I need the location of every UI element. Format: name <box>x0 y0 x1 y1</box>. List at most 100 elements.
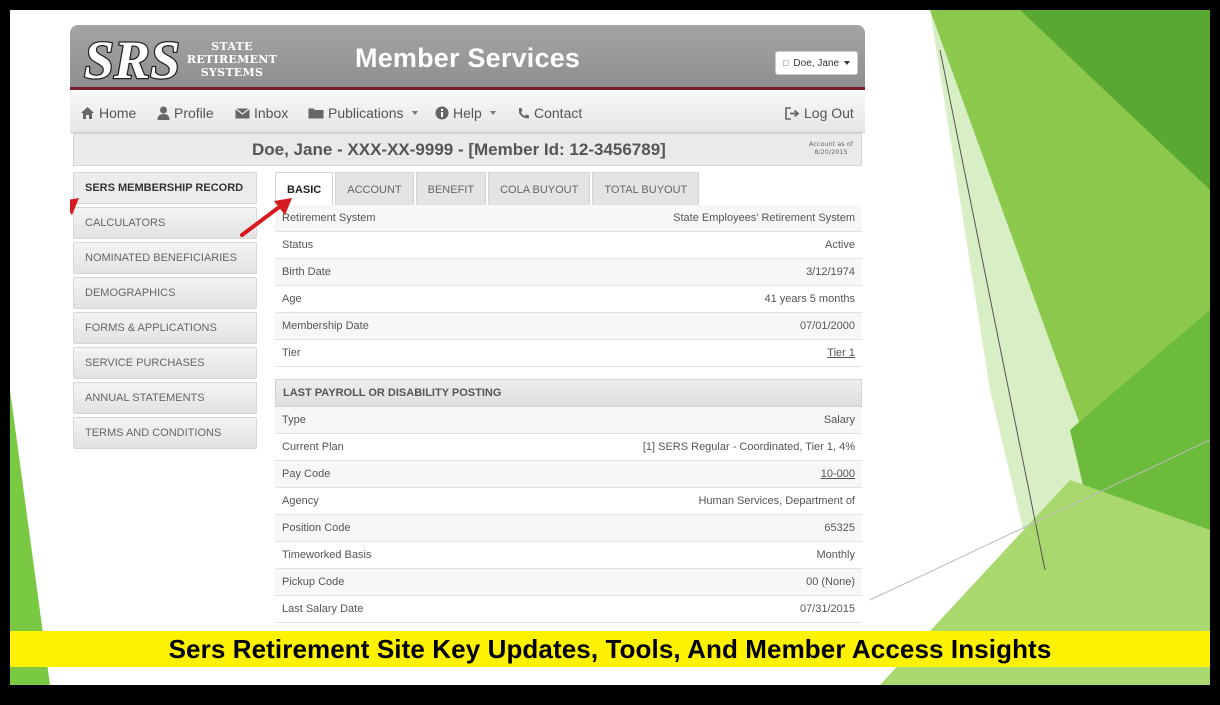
nav-inbox-label: Inbox <box>254 105 289 121</box>
user-icon: □ <box>782 58 789 68</box>
table-row: Timeworked Basis Monthly <box>275 542 862 569</box>
nav-contact[interactable]: Contact <box>517 93 582 133</box>
row-label: Last Salary Date <box>282 603 364 615</box>
logout-button[interactable]: Log Out <box>785 93 854 133</box>
tier-link[interactable]: Tier 1 <box>827 347 855 359</box>
nav-inbox[interactable]: Inbox <box>235 93 288 133</box>
caption-banner: Sers Retirement Site Key Updates, Tools,… <box>10 631 1210 667</box>
row-label: Pickup Code <box>282 576 345 588</box>
srs-logo: SRS <box>83 29 182 86</box>
sidebar-item-demographics[interactable]: DEMOGRAPHICS <box>73 277 257 309</box>
table-row: Type Salary <box>275 407 862 434</box>
account-as-of-date: 8/20/2015 <box>814 148 848 156</box>
pay-code-link[interactable]: 10-000 <box>821 468 855 480</box>
tab-account[interactable]: ACCOUNT <box>335 172 414 206</box>
row-label: Age <box>282 293 302 305</box>
account-as-of: Account as of 8/20/2015 <box>809 140 853 156</box>
row-value: 65325 <box>824 522 855 534</box>
row-value: Monthly <box>816 549 855 561</box>
nav-home[interactable]: Home <box>80 93 136 133</box>
user-menu-button[interactable]: □ Doe, Jane <box>775 51 858 75</box>
tab-benefit[interactable]: BENEFIT <box>415 172 487 206</box>
sidebar-item-nominated-beneficiaries[interactable]: NOMINATED BENEFICIARIES <box>73 242 257 274</box>
table-row: Tier Tier 1 <box>275 340 862 367</box>
logo-line-state: STATE <box>211 40 253 53</box>
table-row: Current Plan [1] SERS Regular - Coordinat… <box>275 434 862 461</box>
table-row: Position Code 65325 <box>275 515 862 542</box>
folder-icon <box>308 108 324 119</box>
row-label: Birth Date <box>282 266 331 278</box>
logo-letters: SRS <box>84 30 180 86</box>
nav-profile[interactable]: Profile <box>157 93 214 133</box>
row-label: Status <box>282 239 314 251</box>
sidebar-item-forms-applications[interactable]: FORMS & APPLICATIONS <box>73 312 257 344</box>
row-value: [1] SERS Regular - Coordinated, Tier 1, … <box>642 441 855 453</box>
row-label: Timeworked Basis <box>282 549 372 561</box>
sidebar-item-service-purchases[interactable]: SERVICE PURCHASES <box>73 347 257 379</box>
tab-cola-buyout[interactable]: COLA BUYOUT <box>488 172 591 206</box>
sidebar-item-annual-statements[interactable]: ANNUAL STATEMENTS <box>73 382 257 414</box>
table-row: Retirement System State Employees' Retire… <box>275 205 862 232</box>
row-label: Pay Code <box>282 468 331 480</box>
nav-profile-label: Profile <box>174 105 214 121</box>
row-value: Active <box>825 239 855 251</box>
envelope-icon <box>235 107 250 118</box>
row-value: Human Services, Department of <box>698 495 855 507</box>
main-nav: Home Profile Inbox Publications Help Con… <box>70 93 865 133</box>
chevron-down-icon <box>844 61 851 65</box>
logout-label: Log Out <box>804 105 854 121</box>
row-label: Tier <box>282 347 301 359</box>
table-row: Pay Code 10-000 <box>275 461 862 488</box>
slide-background: SRS STATE RETIREMENT SYSTEMS Member Serv… <box>10 10 1210 685</box>
user-icon <box>157 106 170 120</box>
member-identity: Doe, Jane - XXX-XX-9999 - [Member Id: 12… <box>252 140 666 159</box>
record-panel: Retirement System State Employees' Retire… <box>275 205 862 623</box>
chevron-down-icon <box>489 111 496 115</box>
payroll-table: Type Salary Current Plan [1] SERS Regular … <box>275 407 862 623</box>
user-menu-label: Doe, Jane <box>793 57 840 69</box>
table-row: Birth Date 3/12/1974 <box>275 259 862 286</box>
row-value: Salary <box>823 414 855 426</box>
sidebar-item-calculators[interactable]: CALCULATORS <box>73 207 257 239</box>
red-arrow-icon <box>240 198 292 237</box>
row-value: 07/31/2015 <box>799 603 855 615</box>
row-label: Position Code <box>282 522 351 534</box>
row-value: 41 years 5 months <box>764 293 856 305</box>
account-as-of-label: Account as of <box>808 140 853 148</box>
page-title: Member Services <box>355 43 581 73</box>
payroll-section-title: LAST PAYROLL OR DISABILITY POSTING <box>275 379 862 407</box>
table-row: Membership Date 07/01/2000 <box>275 313 862 340</box>
row-label: Agency <box>282 495 319 507</box>
row-value: 00 (None) <box>806 576 855 588</box>
row-label: Current Plan <box>282 441 344 453</box>
nav-help[interactable]: Help <box>435 93 496 133</box>
row-value: 07/01/2000 <box>799 320 855 332</box>
member-services-app: SRS STATE RETIREMENT SYSTEMS Member Serv… <box>70 25 865 675</box>
logo-wordmark: STATE RETIREMENT SYSTEMS <box>182 40 282 79</box>
member-header: Doe, Jane - XXX-XX-9999 - [Member Id: 12… <box>73 133 862 166</box>
tab-total-buyout[interactable]: TOTAL BUYOUT <box>592 172 700 206</box>
row-value: 3/12/1974 <box>806 266 855 278</box>
record-tabs: BASIC ACCOUNT BENEFIT COLA BUYOUT TOTAL … <box>275 172 701 207</box>
nav-publications-label: Publications <box>328 105 404 121</box>
nav-publications[interactable]: Publications <box>308 93 418 133</box>
table-row: Status Active <box>275 232 862 259</box>
table-row: Pickup Code 00 (None) <box>275 569 862 596</box>
chevron-down-icon <box>411 111 418 115</box>
caption-text: Sers Retirement Site Key Updates, Tools,… <box>168 633 1052 664</box>
row-label: Type <box>282 414 306 426</box>
sidebar-menu: SERS MEMBERSHIP RECORD CALCULATORS NOMIN… <box>73 172 257 452</box>
nav-home-label: Home <box>99 105 137 121</box>
site-banner: SRS STATE RETIREMENT SYSTEMS Member Serv… <box>70 25 865 90</box>
sidebar-item-terms-conditions[interactable]: TERMS AND CONDITIONS <box>73 417 257 449</box>
logo-line-retirement: RETIREMENT <box>186 53 278 66</box>
logo-line-systems: SYSTEMS <box>200 66 264 79</box>
home-icon <box>81 107 94 119</box>
sidebar-item-sers-membership-record[interactable]: SERS MEMBERSHIP RECORD <box>73 172 257 204</box>
row-label: Membership Date <box>282 320 369 332</box>
sign-out-icon <box>785 106 800 120</box>
row-value: State Employees' Retirement System <box>673 212 855 224</box>
phone-icon <box>519 107 529 118</box>
nav-contact-label: Contact <box>534 105 583 121</box>
red-arrow-icon <box>70 198 79 215</box>
